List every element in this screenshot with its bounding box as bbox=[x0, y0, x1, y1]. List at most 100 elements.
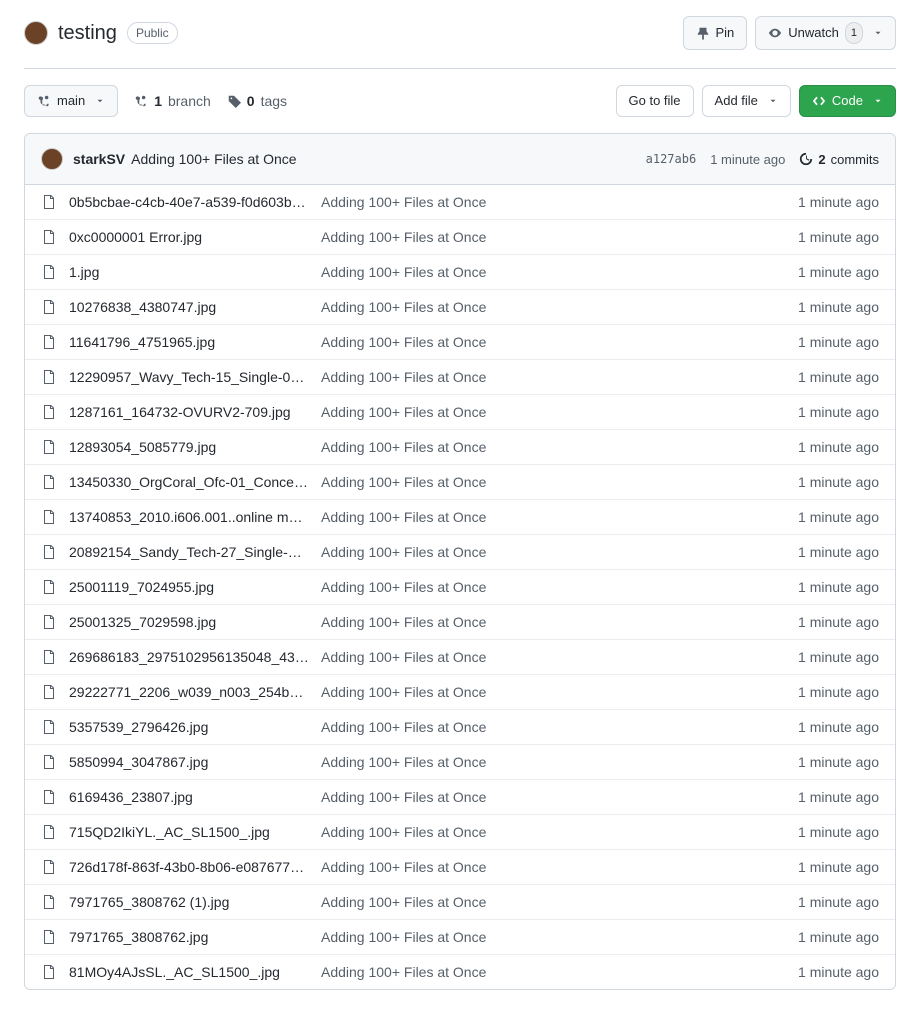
file-row: 25001325_7029598.jpg Adding 100+ Files at… bbox=[25, 604, 895, 639]
file-time: 1 minute ago bbox=[759, 544, 879, 560]
file-name[interactable]: 715QD2IkiYL._AC_SL1500_.jpg bbox=[69, 824, 309, 840]
goto-file-button[interactable]: Go to file bbox=[616, 85, 694, 117]
file-time: 1 minute ago bbox=[759, 369, 879, 385]
file-name[interactable]: 1287161_164732-OVURV2-709.jpg bbox=[69, 404, 309, 420]
tags-count: 0 bbox=[247, 93, 255, 109]
file-name[interactable]: 13740853_2010.i606.001..online medi… bbox=[69, 509, 309, 525]
file-commit-msg[interactable]: Adding 100+ Files at Once bbox=[321, 894, 747, 910]
file-commit-msg[interactable]: Adding 100+ Files at Once bbox=[321, 614, 747, 630]
add-file-button[interactable]: Add file bbox=[702, 85, 791, 117]
add-file-label: Add file bbox=[715, 91, 758, 111]
file-name[interactable]: 12893054_5085779.jpg bbox=[69, 439, 309, 455]
file-row: 6169436_23807.jpg Adding 100+ Files at On… bbox=[25, 779, 895, 814]
commit-time: 1 minute ago bbox=[710, 152, 785, 167]
file-row: 7971765_3808762 (1).jpg Adding 100+ Files… bbox=[25, 884, 895, 919]
chevron-down-icon bbox=[873, 28, 883, 38]
file-commit-msg[interactable]: Adding 100+ Files at Once bbox=[321, 544, 747, 560]
file-time: 1 minute ago bbox=[759, 264, 879, 280]
file-commit-msg[interactable]: Adding 100+ Files at Once bbox=[321, 929, 747, 945]
file-commit-msg[interactable]: Adding 100+ Files at Once bbox=[321, 859, 747, 875]
file-name[interactable]: 25001325_7029598.jpg bbox=[69, 614, 309, 630]
file-commit-msg[interactable]: Adding 100+ Files at Once bbox=[321, 334, 747, 350]
file-commit-msg[interactable]: Adding 100+ Files at Once bbox=[321, 649, 747, 665]
file-commit-msg[interactable]: Adding 100+ Files at Once bbox=[321, 264, 747, 280]
file-commit-msg[interactable]: Adding 100+ Files at Once bbox=[321, 509, 747, 525]
file-commit-msg[interactable]: Adding 100+ Files at Once bbox=[321, 964, 747, 980]
file-icon bbox=[41, 859, 57, 875]
git-branch-icon bbox=[37, 94, 51, 108]
file-name[interactable]: 5850994_3047867.jpg bbox=[69, 754, 309, 770]
branches-link[interactable]: 1 branch bbox=[134, 93, 211, 109]
file-name[interactable]: 7971765_3808762.jpg bbox=[69, 929, 309, 945]
file-name[interactable]: 269686183_2975102956135048_4321… bbox=[69, 649, 309, 665]
code-button[interactable]: Code bbox=[799, 85, 896, 117]
file-row: 0b5bcbae-c4cb-40e7-a539-f0d603b6… Adding … bbox=[25, 185, 895, 219]
file-commit-msg[interactable]: Adding 100+ Files at Once bbox=[321, 754, 747, 770]
file-commit-msg[interactable]: Adding 100+ Files at Once bbox=[321, 369, 747, 385]
file-time: 1 minute ago bbox=[759, 229, 879, 245]
file-icon bbox=[41, 509, 57, 525]
file-name[interactable]: 0b5bcbae-c4cb-40e7-a539-f0d603b6… bbox=[69, 194, 309, 210]
commit-sha[interactable]: a127ab6 bbox=[646, 152, 697, 166]
file-row: 1.jpg Adding 100+ Files at Once 1 minute a… bbox=[25, 254, 895, 289]
file-name[interactable]: 12290957_Wavy_Tech-15_Single-02.jpg bbox=[69, 369, 309, 385]
commit-message[interactable]: Adding 100+ Files at Once bbox=[131, 151, 296, 167]
file-name[interactable]: 0xc0000001 Error.jpg bbox=[69, 229, 309, 245]
file-row: 13450330_OrgCoral_Ofc-01_Concept… Adding … bbox=[25, 464, 895, 499]
file-time: 1 minute ago bbox=[759, 509, 879, 525]
unwatch-button[interactable]: Unwatch 1 bbox=[755, 16, 896, 50]
file-name[interactable]: 726d178f-863f-43b0-8b06-e0876775… bbox=[69, 859, 309, 875]
file-commit-msg[interactable]: Adding 100+ Files at Once bbox=[321, 439, 747, 455]
file-name[interactable]: 5357539_2796426.jpg bbox=[69, 719, 309, 735]
file-name[interactable]: 20892154_Sandy_Tech-27_Single-04.j… bbox=[69, 544, 309, 560]
file-commit-msg[interactable]: Adding 100+ Files at Once bbox=[321, 719, 747, 735]
file-row: 1287161_164732-OVURV2-709.jpg Adding 100+… bbox=[25, 394, 895, 429]
file-commit-msg[interactable]: Adding 100+ Files at Once bbox=[321, 194, 747, 210]
file-icon bbox=[41, 964, 57, 980]
chevron-down-icon bbox=[873, 96, 883, 106]
chevron-down-icon bbox=[768, 96, 778, 106]
commit-author[interactable]: starkSV bbox=[73, 151, 125, 167]
file-commit-msg[interactable]: Adding 100+ Files at Once bbox=[321, 474, 747, 490]
branch-picker-button[interactable]: main bbox=[24, 85, 118, 117]
repo-name[interactable]: testing bbox=[58, 22, 117, 45]
owner-avatar[interactable] bbox=[24, 21, 48, 45]
file-name[interactable]: 10276838_4380747.jpg bbox=[69, 299, 309, 315]
file-commit-msg[interactable]: Adding 100+ Files at Once bbox=[321, 299, 747, 315]
commits-link[interactable]: 2 commits bbox=[799, 152, 879, 167]
file-row: 0xc0000001 Error.jpg Adding 100+ Files at… bbox=[25, 219, 895, 254]
pin-label: Pin bbox=[716, 23, 735, 43]
chevron-down-icon bbox=[95, 96, 105, 106]
file-commit-msg[interactable]: Adding 100+ Files at Once bbox=[321, 404, 747, 420]
file-commit-msg[interactable]: Adding 100+ Files at Once bbox=[321, 229, 747, 245]
file-row: 5357539_2796426.jpg Adding 100+ Files at … bbox=[25, 709, 895, 744]
file-commit-msg[interactable]: Adding 100+ Files at Once bbox=[321, 789, 747, 805]
pin-button[interactable]: Pin bbox=[683, 16, 748, 50]
file-icon bbox=[41, 404, 57, 420]
file-icon bbox=[41, 789, 57, 805]
file-name[interactable]: 13450330_OrgCoral_Ofc-01_Concept… bbox=[69, 474, 309, 490]
file-row: 7971765_3808762.jpg Adding 100+ Files at … bbox=[25, 919, 895, 954]
eye-icon bbox=[768, 26, 782, 40]
file-name[interactable]: 11641796_4751965.jpg bbox=[69, 334, 309, 350]
file-name[interactable]: 7971765_3808762 (1).jpg bbox=[69, 894, 309, 910]
file-name[interactable]: 1.jpg bbox=[69, 264, 309, 280]
file-commit-msg[interactable]: Adding 100+ Files at Once bbox=[321, 579, 747, 595]
tags-link[interactable]: 0 tags bbox=[227, 93, 287, 109]
tag-icon bbox=[227, 94, 241, 108]
code-label: Code bbox=[832, 91, 863, 111]
commit-author-avatar[interactable] bbox=[41, 148, 63, 170]
file-name[interactable]: 25001119_7024955.jpg bbox=[69, 579, 309, 595]
file-commit-msg[interactable]: Adding 100+ Files at Once bbox=[321, 684, 747, 700]
file-name[interactable]: 81MOy4AJsSL._AC_SL1500_.jpg bbox=[69, 964, 309, 980]
file-name[interactable]: 29222771_2206_w039_n003_254b_p1… bbox=[69, 684, 309, 700]
file-row: 5850994_3047867.jpg Adding 100+ Files at … bbox=[25, 744, 895, 779]
file-icon bbox=[41, 754, 57, 770]
file-row: 12290957_Wavy_Tech-15_Single-02.jpg Addin… bbox=[25, 359, 895, 394]
file-commit-msg[interactable]: Adding 100+ Files at Once bbox=[321, 824, 747, 840]
file-icon bbox=[41, 264, 57, 280]
file-icon bbox=[41, 544, 57, 560]
file-icon bbox=[41, 824, 57, 840]
file-name[interactable]: 6169436_23807.jpg bbox=[69, 789, 309, 805]
file-time: 1 minute ago bbox=[759, 789, 879, 805]
